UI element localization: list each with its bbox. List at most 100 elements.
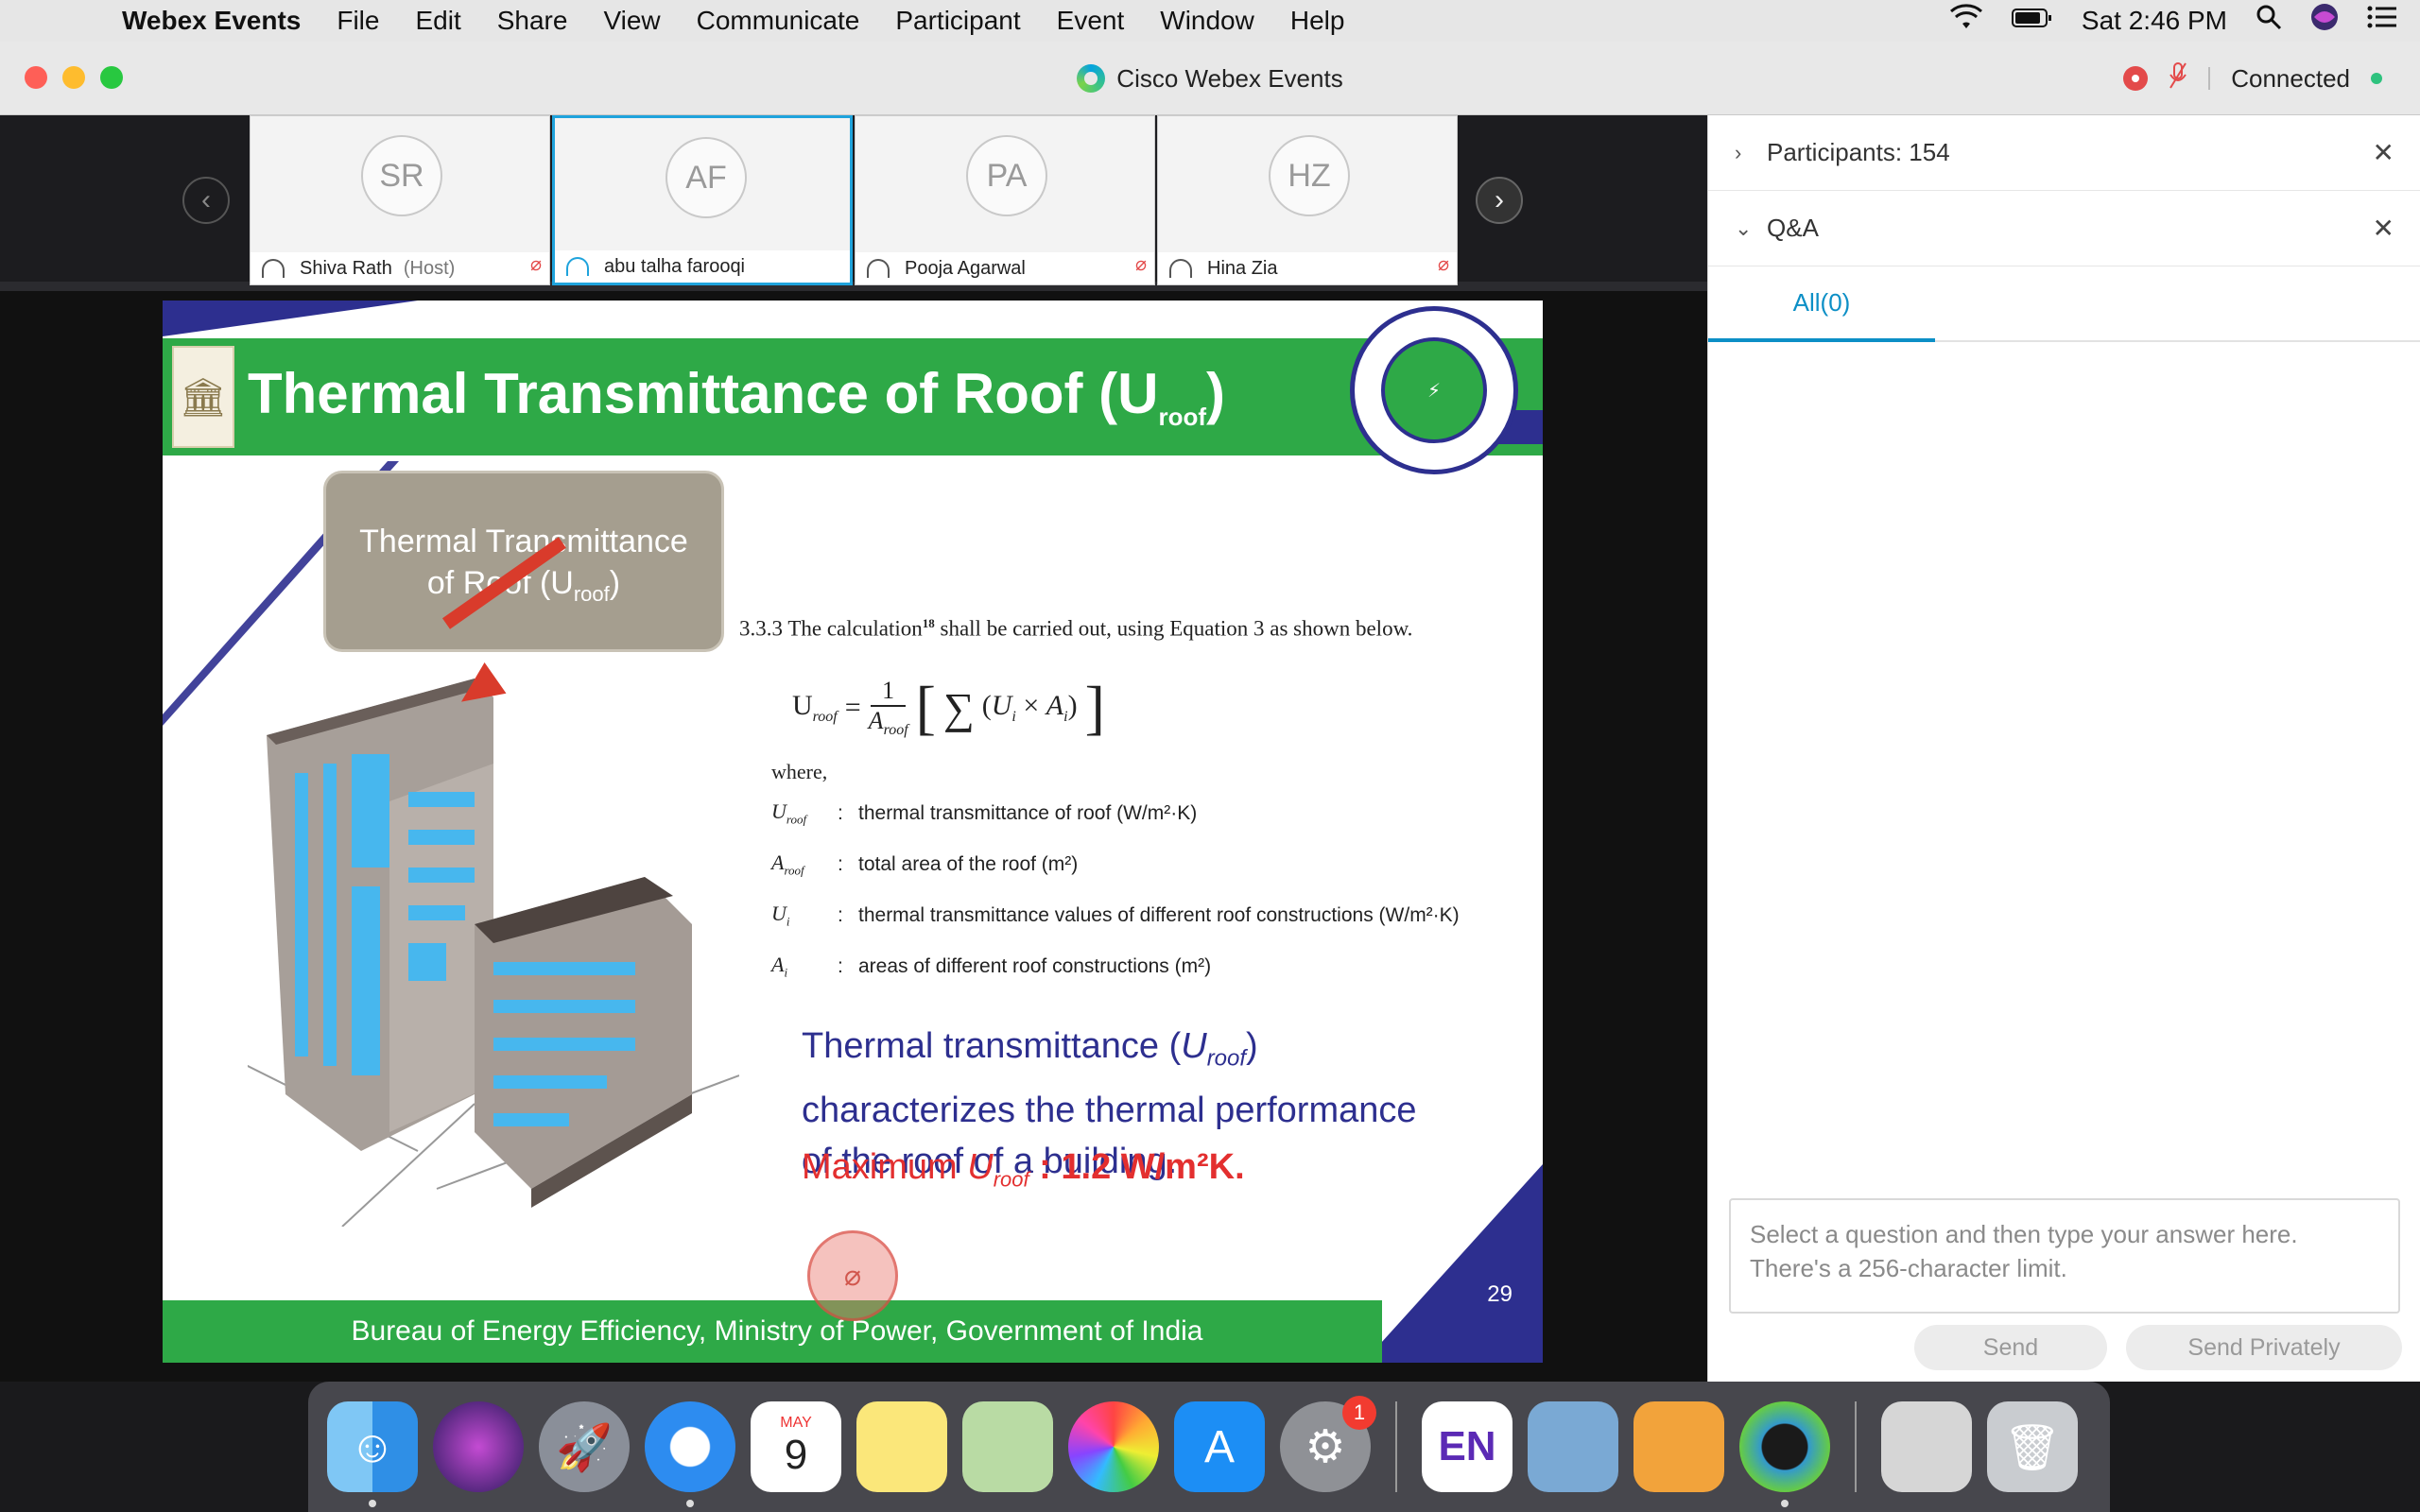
menu-window[interactable]: Window (1142, 6, 1272, 36)
dock-divider (1855, 1401, 1857, 1492)
titlebar-divider (2208, 67, 2211, 90)
menu-share[interactable]: Share (479, 6, 586, 36)
wifi-icon[interactable] (1949, 4, 1983, 38)
qa-question-list (1708, 342, 2420, 1297)
side-panel: › Participants: 154 ✕ ⌄ Q&A ✕ All(0) Sen… (1707, 115, 2420, 1382)
launchpad-icon[interactable]: 🚀 (539, 1401, 630, 1492)
siri-dock-icon[interactable] (433, 1401, 524, 1492)
participant-tile-active[interactable]: AF abu talha farooqi (552, 115, 853, 285)
safari-icon[interactable] (645, 1401, 735, 1507)
notification-badge: 1 (1342, 1396, 1376, 1430)
presenter-pointer-icon: ⌀ (807, 1230, 898, 1321)
headset-icon (867, 259, 890, 278)
menu-app-name[interactable]: Webex Events (104, 6, 319, 36)
headset-icon (1169, 259, 1192, 278)
menubar-clock[interactable]: Sat 2:46 PM (2082, 6, 2227, 36)
definition-text: areas of different roof constructions (m… (858, 955, 1212, 977)
slide-corner-decoration (163, 301, 418, 336)
avatar: HZ (1269, 135, 1350, 216)
participant-nameplate: Pooja Agarwal (856, 252, 1154, 284)
send-button[interactable]: Send (1914, 1325, 2107, 1370)
maps-icon[interactable] (962, 1401, 1053, 1492)
chevron-right-icon[interactable]: › (1735, 141, 1767, 165)
qa-panel-header[interactable]: ⌄ Q&A ✕ (1708, 191, 2420, 266)
chevron-down-icon[interactable]: ⌄ (1735, 216, 1767, 241)
definition-row: Uroof : thermal transmittance of roof (W… (771, 799, 1198, 827)
participant-name: Shiva Rath (300, 257, 392, 279)
menu-help[interactable]: Help (1272, 6, 1363, 36)
answer-input[interactable] (1729, 1198, 2400, 1314)
bee-logo-emblem: ⚡ (1381, 337, 1487, 443)
slide-maximum-value: Maximum Uroof : 1.2 W/m²K. (802, 1147, 1245, 1192)
system-preferences-icon[interactable]: ⚙ 1 (1280, 1396, 1376, 1492)
definition-symbol: Aroof (771, 850, 804, 878)
participant-nameplate: abu talha farooqi (555, 250, 850, 283)
tab-all[interactable]: All(0) (1708, 266, 1935, 342)
bee-logo: ⚡ (1350, 306, 1518, 474)
close-participants-icon[interactable]: ✕ (2373, 137, 2394, 168)
window-title-text: Cisco Webex Events (1116, 63, 1343, 93)
where-label: where, (771, 760, 828, 783)
participant-name: Hina Zia (1207, 257, 1278, 279)
national-emblem-icon (172, 346, 234, 448)
app-store-icon[interactable]: A (1174, 1401, 1265, 1492)
trash-icon[interactable]: 🗑 (1987, 1401, 2078, 1492)
battery-icon[interactable] (2011, 5, 2053, 37)
headset-icon (262, 259, 285, 278)
menubar: Webex Events File Edit Share View Commun… (0, 0, 2420, 42)
preview-icon[interactable] (1528, 1401, 1618, 1492)
participants-count: Participants: 154 (1767, 138, 1950, 166)
strip-next-button[interactable]: › (1476, 177, 1523, 224)
send-privately-button[interactable]: Send Privately (2126, 1325, 2402, 1370)
definition-text: thermal transmittance of roof (W/m²·K) (858, 802, 1198, 824)
spotlight-search-icon[interactable] (2256, 4, 2282, 38)
participant-strip: ‹ SR Shiva Rath (Host) ⌀ AF abu talha fa… (0, 115, 1707, 291)
webex-dock-icon[interactable] (1739, 1401, 1830, 1507)
mic-muted-icon: ⌀ (1437, 254, 1449, 275)
window-titlebar: Cisco Webex Events Connected (0, 42, 2420, 115)
mic-muted-icon: ⌀ (1134, 254, 1147, 275)
menu-event[interactable]: Event (1039, 6, 1143, 36)
participant-name: abu talha farooqi (604, 255, 746, 277)
close-qa-icon[interactable]: ✕ (2373, 213, 2394, 244)
definition-symbol: Ui (771, 902, 790, 929)
variable-definitions: Uroof : thermal transmittance of roof (W… (771, 788, 1460, 992)
connection-status: Connected (2231, 63, 2350, 93)
calendar-icon[interactable]: MAY 9 (751, 1401, 841, 1492)
connection-status-dot (2371, 73, 2382, 84)
calendar-day: 9 (784, 1432, 808, 1478)
recording-icon[interactable] (2123, 66, 2149, 91)
menu-participant[interactable]: Participant (877, 6, 1038, 36)
photos-icon[interactable] (1068, 1401, 1159, 1492)
participant-tile[interactable]: PA Pooja Agarwal ⌀ (855, 115, 1155, 285)
menu-view[interactable]: View (585, 6, 678, 36)
participants-panel-header[interactable]: › Participants: 154 ✕ (1708, 115, 2420, 191)
menu-communicate[interactable]: Communicate (679, 6, 878, 36)
slide-title: Thermal Transmittance of Roof (Uroof) (248, 362, 1225, 431)
callout-line-1: Thermal Transmittance (359, 524, 688, 559)
definition-row: Aroof : total area of the roof (m²) (771, 850, 1079, 878)
notification-center-icon[interactable] (2367, 5, 2397, 37)
strip-prev-button[interactable]: ‹ (182, 177, 230, 224)
shared-slide: Thermal Transmittance of Roof (Uroof) ⚡ (163, 301, 1543, 1363)
finder-icon[interactable]: ☺ (327, 1401, 418, 1507)
slide-page-number: 29 (1487, 1281, 1512, 1307)
mic-muted-icon[interactable] (2169, 61, 2187, 96)
avatar: AF (666, 137, 747, 218)
calendar-month: MAY (780, 1415, 812, 1431)
participant-tile[interactable]: SR Shiva Rath (Host) ⌀ (250, 115, 550, 285)
participant-tile[interactable]: HZ Hina Zia ⌀ (1157, 115, 1458, 285)
definition-row: Ui : thermal transmittance values of dif… (771, 902, 1460, 929)
pages-icon[interactable] (1634, 1401, 1724, 1492)
notes-icon[interactable] (856, 1401, 947, 1492)
menu-file[interactable]: File (319, 6, 397, 36)
downloads-stack-icon[interactable] (1881, 1401, 1972, 1492)
titlebar-status: Connected (2123, 42, 2382, 115)
siri-icon[interactable] (2310, 3, 2339, 39)
keyboard-input-icon[interactable]: EN (1422, 1401, 1512, 1492)
headset-icon (566, 257, 589, 276)
definition-symbol: Uroof (771, 799, 807, 827)
definition-row: Ai : areas of different roof constructio… (771, 953, 1212, 980)
roof-u-value-formula: Uroof = 1 Aroof [ ∑ (Ui × Ai) ] (792, 674, 1105, 742)
menu-edit[interactable]: Edit (397, 6, 478, 36)
